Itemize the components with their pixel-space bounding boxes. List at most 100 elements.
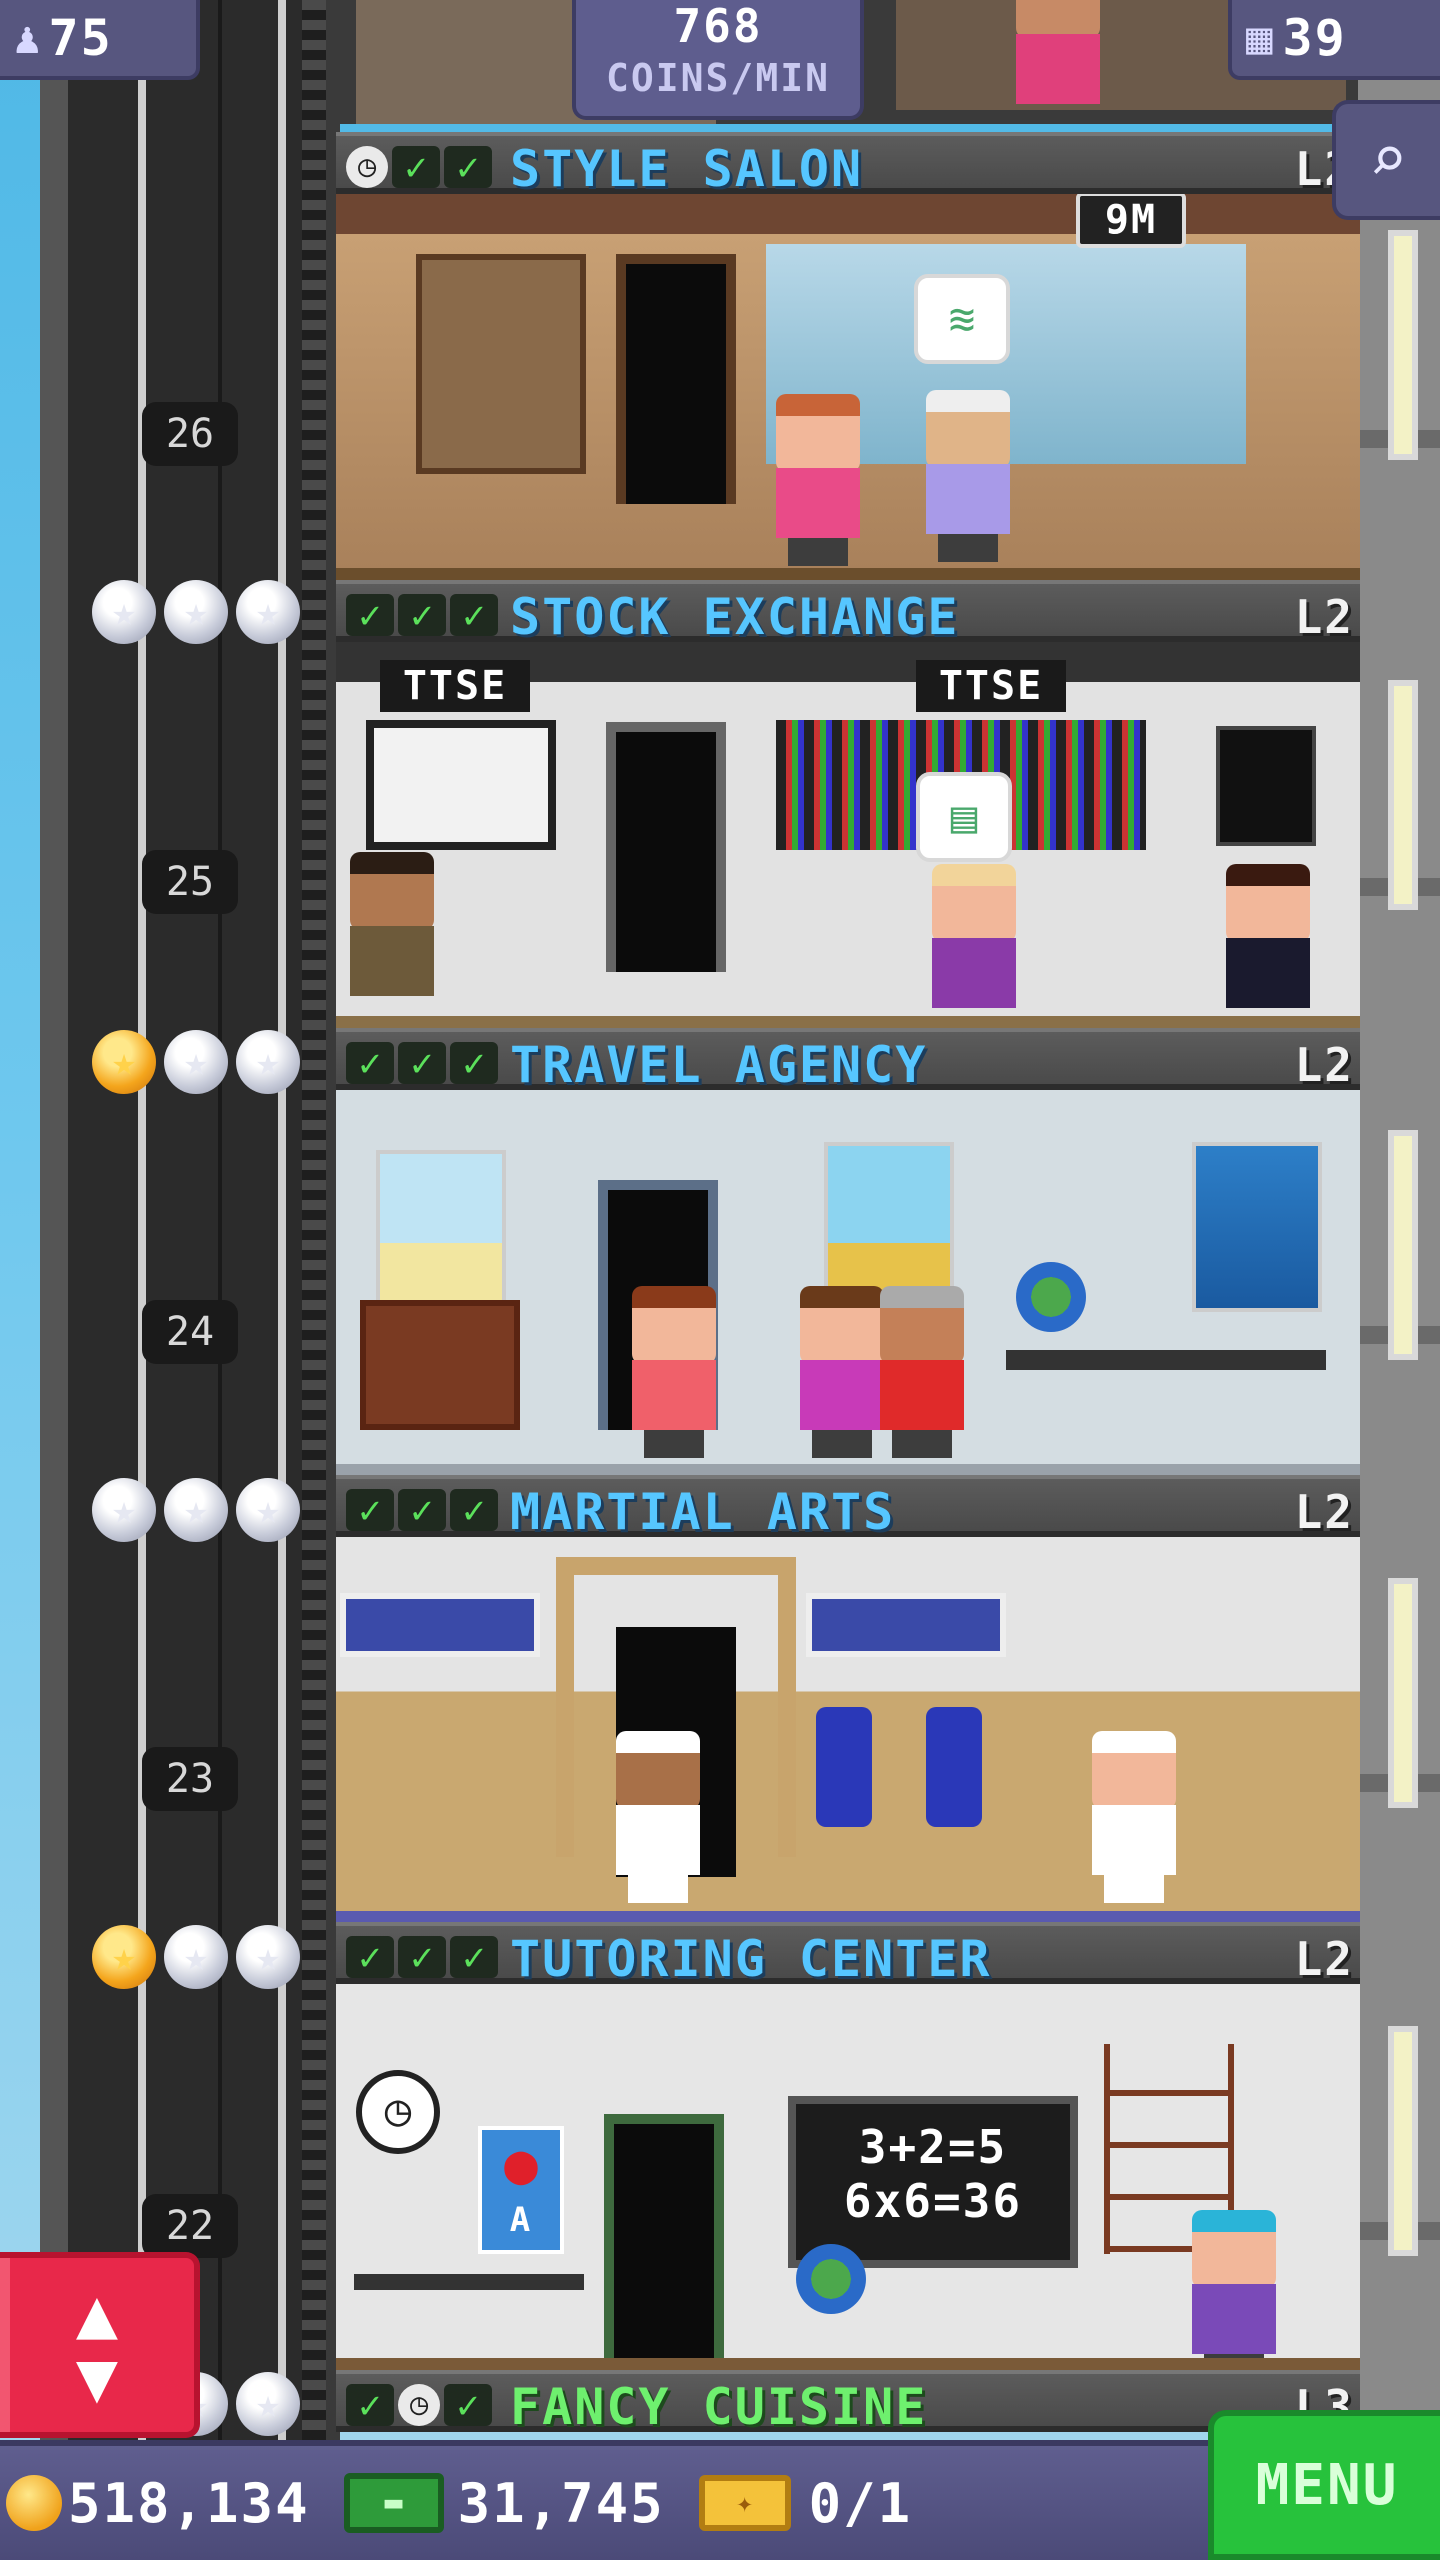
ticket-balance[interactable]: ✦ 0/1: [698, 2472, 913, 2535]
timer-badge: 9M: [1076, 194, 1186, 248]
floor-number-23: 23: [142, 1747, 238, 1811]
bux-banknote-icon: ▬: [343, 2473, 444, 2533]
punching-bag: [926, 1707, 982, 1827]
star-icon: ★: [164, 1925, 228, 1989]
request-bubble-icon[interactable]: ▤: [916, 772, 1012, 862]
coin-icon: [6, 2475, 62, 2531]
floors-counter[interactable]: ▦ 39: [1228, 0, 1440, 80]
check-icon: ✓: [346, 1489, 394, 1531]
visitor: [632, 1286, 716, 1458]
up-down-arrows-icon: ▲ ▼: [75, 2272, 119, 2418]
check-icon: ✓: [398, 1042, 446, 1084]
floor-name: STYLE SALON: [510, 140, 864, 198]
floor-status-checks: ✓ ✓ ✓: [346, 1042, 498, 1084]
person-icon: ♟: [14, 12, 41, 64]
elevator-shaft[interactable]: [40, 0, 340, 2440]
star-icon: ★: [236, 1925, 300, 1989]
clock-icon: ◷: [356, 2070, 440, 2154]
bridge-poster: [1192, 1142, 1322, 1312]
floor-name: TUTORING CENTER: [510, 1930, 992, 1988]
floor-status-checks: ✓ ✓ ✓: [346, 594, 498, 636]
floor-number-25: 25: [142, 850, 238, 914]
student: [1192, 2210, 1276, 2370]
floor-level: L2: [1294, 1485, 1354, 1539]
star-icon: ★: [92, 1478, 156, 1542]
floor-name: FANCY CUISINE: [510, 2378, 928, 2436]
floor-status-checks: ◷ ✓ ✓: [346, 146, 492, 188]
star-icon: ★: [236, 1030, 300, 1094]
apple-poster: ● A: [478, 2126, 564, 2254]
check-icon: ✓: [450, 1489, 498, 1531]
check-icon: ✓: [450, 1936, 498, 1978]
star-rating-25: ★ ★ ★: [92, 1030, 300, 1094]
star-icon: ★: [164, 1030, 228, 1094]
gold-star-icon: ★: [92, 1925, 156, 1989]
clock-icon: ◷: [346, 146, 388, 188]
floor-number-26: 26: [142, 402, 238, 466]
floor-status-checks: ✓ ◷ ✓: [346, 2384, 492, 2426]
visitor: [800, 1286, 884, 1458]
floor-number-24: 24: [142, 1300, 238, 1364]
trader: [1226, 864, 1310, 1008]
check-icon: ✓: [392, 146, 440, 188]
travel-desk: [1006, 1350, 1326, 1370]
coins-value: 518,134: [68, 2471, 310, 2535]
globe-icon: [796, 2244, 866, 2314]
building-right-wall: [1358, 0, 1440, 2440]
check-icon: ✓: [398, 1489, 446, 1531]
blackboard: 3+2=5 6x6=36: [788, 2096, 1078, 2268]
golden-ticket-icon: ✦: [698, 2475, 791, 2531]
check-icon: ✓: [444, 2384, 492, 2426]
floor-status-checks: ✓ ✓ ✓: [346, 1489, 498, 1531]
floor-martial-arts[interactable]: ✓ ✓ ✓ MARTIAL ARTS L2: [336, 1475, 1360, 1923]
check-icon: ✓: [398, 1936, 446, 1978]
globe-icon: [1016, 1262, 1086, 1332]
gold-star-icon: ★: [92, 1030, 156, 1094]
stylist: [926, 390, 1010, 562]
floor-tutoring-center[interactable]: ✓ ✓ ✓ TUTORING CENTER L2 ◷ ● A 3+2=5 6x6…: [336, 1922, 1360, 2370]
visitor: [932, 864, 1016, 1008]
star-icon: ★: [92, 580, 156, 644]
check-icon: ✓: [346, 2384, 394, 2426]
room-door: [616, 254, 736, 504]
room-door: [606, 722, 726, 972]
star-rating-26: ★ ★ ★: [92, 580, 300, 644]
star-icon: ★: [164, 580, 228, 644]
sensei: [1092, 1731, 1176, 1903]
visitor-top: [1016, 0, 1100, 104]
check-icon: ✓: [444, 146, 492, 188]
check-icon: ✓: [450, 594, 498, 636]
coins-per-minute: 768 COINS/MIN: [572, 0, 864, 120]
star-icon: ★: [236, 1478, 300, 1542]
resource-bar: 518,134 ▬ 31,745 ✦ 0/1 MENU: [0, 2410, 1440, 2560]
coins-balance[interactable]: 518,134: [6, 2472, 310, 2535]
floor-style-salon[interactable]: ◷ ✓ ✓ STYLE SALON L2 ≋ 9M: [336, 132, 1360, 580]
check-icon: ✓: [398, 594, 446, 636]
floor-name: TRAVEL AGENCY: [510, 1036, 928, 1094]
search-button[interactable]: ⌕: [1332, 100, 1440, 220]
population-counter[interactable]: ♟ 75: [0, 0, 200, 80]
punching-bag: [816, 1707, 872, 1827]
star-rating-24: ★ ★ ★: [92, 1478, 300, 1542]
floor-fancy-cuisine[interactable]: ✓ ◷ ✓ FANCY CUISINE L3: [336, 2370, 1360, 2440]
floor-travel-agency[interactable]: ✓ ✓ ✓ TRAVEL AGENCY L2: [336, 1028, 1360, 1476]
trader: [350, 852, 434, 996]
check-icon: ✓: [346, 594, 394, 636]
check-icon: ✓: [450, 1042, 498, 1084]
study-desk: [354, 2274, 584, 2290]
elevator-button[interactable]: ▲ ▼: [0, 2252, 200, 2438]
floor-name: STOCK EXCHANGE: [510, 588, 960, 646]
room-door: [604, 2114, 724, 2364]
kanji-banner: [806, 1593, 1006, 1657]
floor-stock-exchange[interactable]: ✓ ✓ ✓ STOCK EXCHANGE L2 TTSE TTSE ▤: [336, 580, 1360, 1028]
floor-level: L2: [1294, 590, 1354, 644]
bux-balance[interactable]: ▬ 31,745: [343, 2472, 665, 2535]
floors-value: 39: [1282, 9, 1347, 67]
floor-level: L2: [1294, 1038, 1354, 1092]
clock-icon: ◷: [398, 2384, 440, 2426]
travel-agent: [880, 1286, 964, 1458]
coins-rate-unit: COINS/MIN: [606, 56, 830, 100]
coins-bubble-icon[interactable]: ≋: [914, 274, 1010, 364]
menu-button[interactable]: MENU: [1208, 2410, 1440, 2560]
ttse-sign: TTSE: [380, 660, 530, 712]
